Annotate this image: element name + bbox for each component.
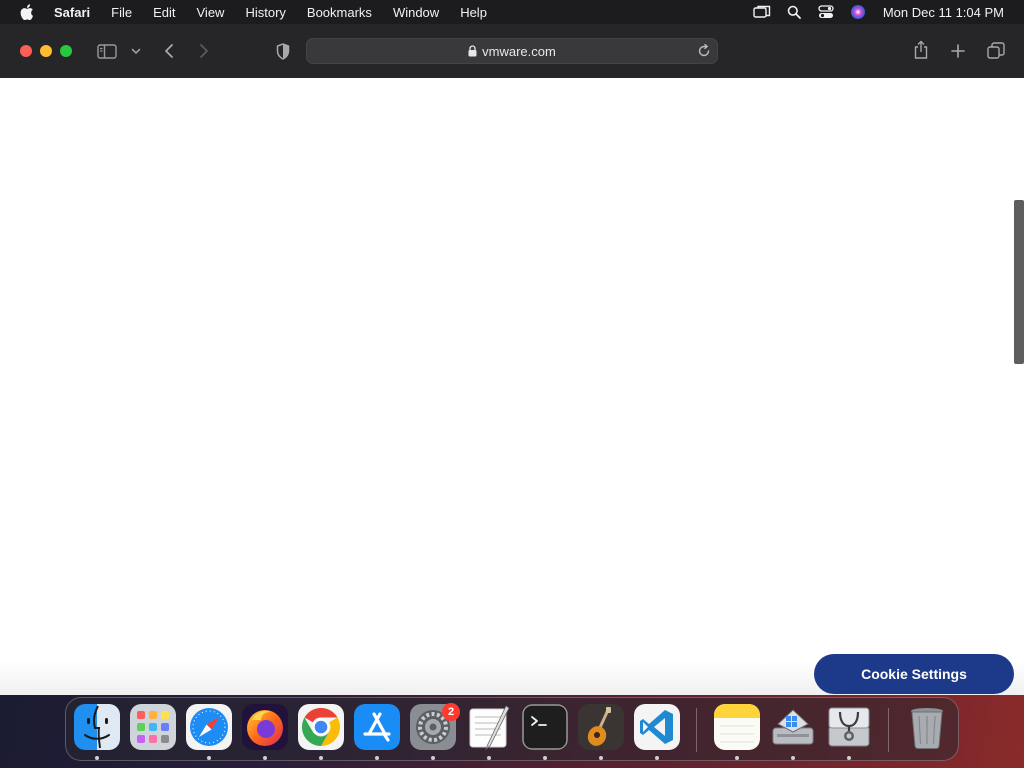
new-tab-icon[interactable] bbox=[949, 42, 967, 60]
address-bar-url: vmware.com bbox=[482, 43, 556, 59]
safari-window: vmware.com Cookie Settings bbox=[0, 24, 1024, 695]
window-minimize-button[interactable] bbox=[40, 45, 52, 57]
dock-running-indicator bbox=[319, 756, 323, 760]
menu-app-safari[interactable]: Safari bbox=[54, 5, 90, 20]
dock-app-textedit[interactable] bbox=[466, 704, 512, 750]
spotlight-search-icon[interactable] bbox=[785, 4, 803, 20]
dock-app-vscode[interactable] bbox=[634, 704, 680, 750]
launchpad-icon bbox=[130, 704, 176, 750]
dock-separator bbox=[888, 708, 889, 752]
app-store-icon bbox=[354, 704, 400, 750]
dock-running-indicator bbox=[599, 756, 603, 760]
forward-icon[interactable] bbox=[195, 41, 213, 61]
privacy-shield-icon[interactable] bbox=[274, 42, 292, 60]
dock-app-finder[interactable] bbox=[74, 704, 120, 750]
safari-toolbar: vmware.com bbox=[0, 24, 1024, 79]
screen-mirroring-icon[interactable] bbox=[753, 4, 771, 20]
dock-running-indicator bbox=[431, 756, 435, 760]
menu-window[interactable]: Window bbox=[393, 5, 439, 20]
vscode-icon bbox=[634, 704, 680, 750]
dock-running-indicator bbox=[207, 756, 211, 760]
dock-app-notes[interactable] bbox=[714, 704, 760, 750]
dock: 2 bbox=[65, 697, 959, 761]
dock-app-garageband[interactable] bbox=[578, 704, 624, 750]
menu-history[interactable]: History bbox=[245, 5, 285, 20]
back-icon[interactable] bbox=[160, 41, 178, 61]
dock-app-firefox[interactable] bbox=[242, 704, 288, 750]
dock-running-indicator bbox=[487, 756, 491, 760]
dock-app-chrome[interactable] bbox=[298, 704, 344, 750]
window-close-button[interactable] bbox=[20, 45, 32, 57]
share-icon[interactable] bbox=[912, 40, 930, 60]
apple-menu-icon[interactable] bbox=[20, 4, 36, 20]
finder-icon bbox=[74, 704, 120, 750]
cookie-settings-button[interactable]: Cookie Settings bbox=[814, 654, 1014, 694]
dock-running-indicator bbox=[655, 756, 659, 760]
menu-view[interactable]: View bbox=[197, 5, 225, 20]
textedit-icon bbox=[469, 705, 510, 750]
reload-icon[interactable] bbox=[697, 44, 711, 58]
dock-running-indicator bbox=[847, 756, 851, 760]
dock-app-terminal[interactable] bbox=[522, 704, 568, 750]
chrome-icon bbox=[298, 704, 344, 750]
trash-icon bbox=[911, 708, 943, 750]
dock-running-indicator bbox=[791, 756, 795, 760]
address-bar[interactable]: vmware.com bbox=[306, 38, 718, 64]
window-zoom-button[interactable] bbox=[60, 45, 72, 57]
web-content bbox=[0, 78, 1024, 695]
boot-camp-icon bbox=[772, 709, 814, 745]
dock-running-indicator bbox=[95, 756, 99, 760]
menu-file[interactable]: File bbox=[111, 5, 132, 20]
menu-clock[interactable]: Mon Dec 11 1:04 PM bbox=[883, 5, 1004, 20]
dock-app-disk-utility[interactable] bbox=[826, 704, 872, 750]
safari-compass-icon bbox=[186, 704, 232, 750]
menu-edit[interactable]: Edit bbox=[153, 5, 175, 20]
scrollbar-thumb[interactable] bbox=[1014, 200, 1024, 364]
dock-running-indicator bbox=[543, 756, 547, 760]
menu-help[interactable]: Help bbox=[460, 5, 487, 20]
stethoscope-drive-icon bbox=[828, 707, 870, 747]
notes-icon bbox=[714, 704, 760, 750]
menu-bar: Safari File Edit View History Bookmarks … bbox=[0, 0, 1024, 24]
control-center-icon[interactable] bbox=[817, 4, 835, 20]
tab-overview-icon[interactable] bbox=[986, 41, 1006, 60]
dock-running-indicator bbox=[375, 756, 379, 760]
firefox-icon bbox=[242, 704, 288, 750]
guitar-icon bbox=[578, 704, 624, 750]
dock-app-trash[interactable] bbox=[904, 704, 950, 750]
dock-app-launchpad[interactable] bbox=[130, 704, 176, 750]
sidebar-toggle-icon[interactable] bbox=[97, 43, 117, 59]
menu-bookmarks[interactable]: Bookmarks bbox=[307, 5, 372, 20]
dock-app-boot-camp-assistant[interactable] bbox=[770, 704, 816, 750]
dock-app-safari[interactable] bbox=[186, 704, 232, 750]
lock-icon bbox=[468, 45, 477, 57]
chevron-down-icon[interactable] bbox=[130, 46, 142, 56]
siri-icon[interactable] bbox=[849, 4, 867, 20]
dock-app-app-store[interactable] bbox=[354, 704, 400, 750]
dock-separator bbox=[696, 708, 697, 752]
notification-badge: 2 bbox=[442, 703, 460, 721]
dock-running-indicator bbox=[263, 756, 267, 760]
terminal-icon bbox=[522, 704, 568, 750]
dock-running-indicator bbox=[735, 756, 739, 760]
